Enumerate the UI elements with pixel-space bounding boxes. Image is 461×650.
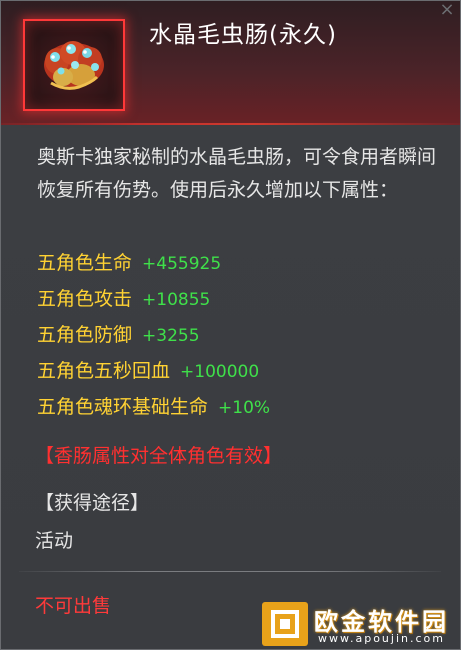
stat-value: +10% <box>218 398 271 418</box>
stat-label: 五角色魂环基础生命 <box>37 396 209 418</box>
header-divider <box>1 123 460 125</box>
watermark: 欧金软件园 www.apoujin.com <box>262 602 457 646</box>
stat-row: 五角色魂环基础生命 +10% <box>37 392 270 419</box>
stat-label: 五角色五秒回血 <box>37 360 171 382</box>
item-title: 水晶毛虫肠(永久) <box>149 22 337 48</box>
acquisition-source: 活动 <box>35 530 74 552</box>
stat-row: 五角色防御 +3255 <box>37 320 200 347</box>
stat-value: +3255 <box>142 326 200 346</box>
item-tooltip: × 水晶毛虫肠(永久) 奥斯卡独家秘制的水晶毛虫肠，可令食用者瞬间恢复所有伤势。… <box>0 0 461 650</box>
stat-value: +100000 <box>180 362 260 382</box>
crystal-caterpillar-sausage-icon <box>44 41 104 90</box>
item-icon-frame <box>23 19 125 111</box>
item-description: 奥斯卡独家秘制的水晶毛虫肠，可令食用者瞬间恢复所有伤势。使用后永久增加以下属性： <box>37 146 437 201</box>
stat-label: 五角色攻击 <box>37 288 133 310</box>
stat-value: +455925 <box>142 254 222 274</box>
stat-row: 五角色生命 +455925 <box>37 248 221 275</box>
attribute-notice: 【香肠属性对全体角色有效】 <box>35 445 283 467</box>
footer-divider <box>19 571 441 572</box>
stat-value: +10855 <box>142 290 211 310</box>
sell-status: 不可出售 <box>35 595 112 617</box>
site-logo-icon <box>262 602 308 646</box>
stat-label: 五角色防御 <box>37 324 133 346</box>
close-icon[interactable]: × <box>438 1 456 19</box>
watermark-url: www.apoujin.com <box>318 632 445 645</box>
acquisition-heading: 【获得途径】 <box>35 492 150 514</box>
stat-label: 五角色生命 <box>37 252 133 274</box>
stat-row: 五角色攻击 +10855 <box>37 284 210 311</box>
stat-row: 五角色五秒回血 +100000 <box>37 356 259 383</box>
